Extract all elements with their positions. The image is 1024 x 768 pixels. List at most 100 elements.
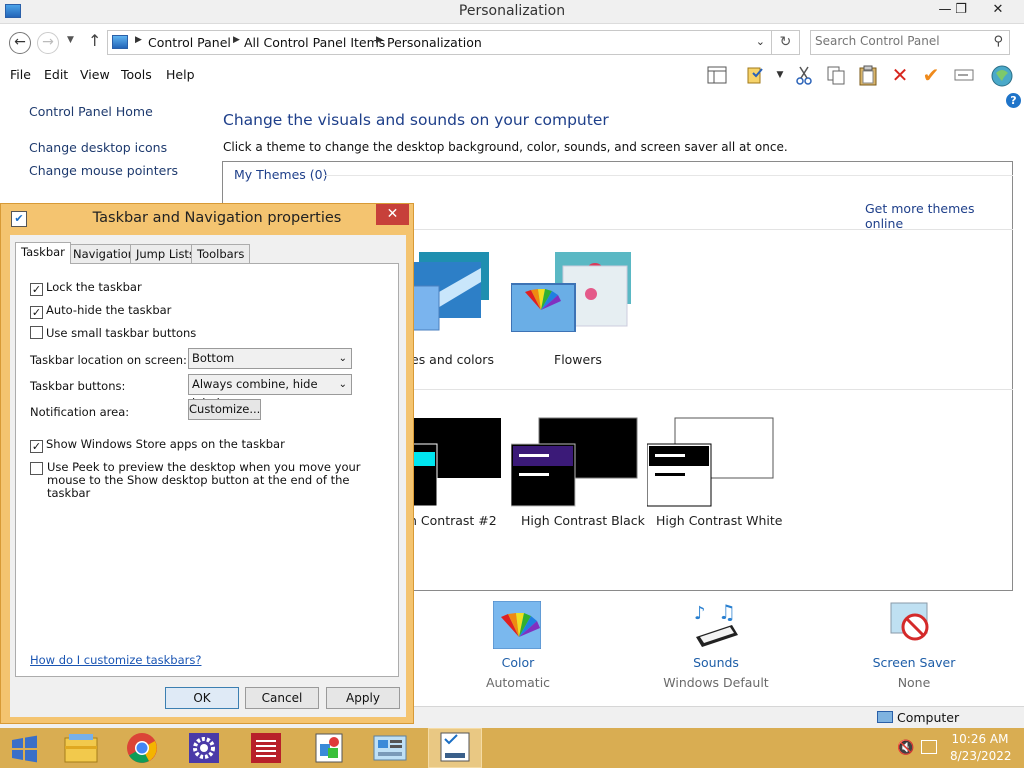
search-box[interactable]: ⚲	[810, 30, 1010, 55]
peek-option[interactable]	[30, 462, 46, 476]
checkbox-label: Show Windows Store apps on the taskbar	[46, 437, 285, 451]
rename-icon[interactable]	[953, 64, 975, 86]
copy-icon[interactable]	[825, 64, 847, 86]
location-label: Taskbar location on screen:	[30, 353, 187, 367]
taskbar-properties-icon[interactable]	[428, 728, 482, 768]
up-icon[interactable]: ↑	[88, 31, 101, 50]
small-buttons-option[interactable]: Use small taskbar buttons	[30, 326, 196, 340]
refresh-icon[interactable]: ↻	[772, 30, 800, 55]
taskbar-buttons-select[interactable]: Always combine, hide labels ⌄	[188, 374, 352, 410]
my-themes-header[interactable]: My Themes (0)	[234, 167, 327, 182]
theme-high-contrast-2[interactable]	[412, 416, 501, 508]
cancel-button[interactable]: Cancel	[245, 687, 319, 709]
checkbox-label: Use small taskbar buttons	[46, 326, 197, 340]
screen-saver-link[interactable]: Screen Saver	[844, 655, 984, 670]
location-select[interactable]: Bottom ⌄	[188, 348, 352, 369]
properties-icon[interactable]	[745, 64, 767, 86]
theme-label[interactable]: High Contrast White	[656, 513, 782, 528]
globe-icon[interactable]	[990, 64, 1013, 87]
chevron-down-icon[interactable]: ⌄	[756, 35, 765, 48]
breadcrumb-control-panel[interactable]: Control Panel	[148, 35, 231, 50]
breadcrumb-all-items[interactable]: All Control Panel Items	[244, 35, 385, 50]
recent-pages-icon[interactable]: ▼	[67, 35, 74, 45]
theme-label[interactable]: h Contrast #2	[409, 513, 497, 528]
screen-saver-icon[interactable]	[889, 601, 937, 649]
forward-icon[interactable]: →	[37, 32, 59, 54]
peek-label[interactable]: Use Peek to preview the desktop when you…	[47, 461, 395, 500]
change-mouse-pointers-link[interactable]: Change mouse pointers	[29, 163, 178, 178]
theme-high-contrast-white[interactable]	[646, 416, 775, 508]
lock-taskbar-option[interactable]: ✓ Lock the taskbar	[30, 280, 142, 296]
lock-taskbar-checkbox[interactable]: ✓	[30, 283, 43, 296]
menu-tools[interactable]: Tools	[121, 67, 152, 82]
color-value: Automatic	[485, 675, 551, 690]
file-explorer-icon[interactable]	[57, 728, 105, 768]
close-button[interactable]: ✕	[983, 0, 1013, 22]
checkbox-label: Lock the taskbar	[46, 280, 142, 294]
sounds-icon[interactable]: ♪ ♫	[692, 600, 740, 649]
paste-icon[interactable]	[857, 64, 879, 86]
small-buttons-checkbox[interactable]	[30, 326, 43, 339]
delete-icon[interactable]: ✕	[889, 64, 911, 86]
help-icon[interactable]: ?	[1006, 93, 1021, 108]
change-desktop-icons-link[interactable]: Change desktop icons	[29, 140, 167, 155]
maximize-button[interactable]: ❐	[946, 0, 976, 22]
theme-lines-and-colors[interactable]	[410, 248, 493, 332]
breadcrumb-personalization[interactable]: Personalization	[387, 35, 482, 50]
peek-checkbox[interactable]	[30, 462, 43, 475]
menu-file[interactable]: File	[10, 67, 31, 82]
volume-muted-icon[interactable]: 🔇	[897, 740, 914, 756]
color-link[interactable]: Color	[448, 655, 588, 670]
color-icon[interactable]	[492, 600, 542, 650]
chevron-right-icon[interactable]: ▶	[376, 35, 383, 45]
help-link[interactable]: How do I customize taskbars?	[30, 653, 201, 667]
search-icon[interactable]: ⚲	[993, 34, 1003, 49]
clock-date[interactable]: 8/23/2022	[950, 749, 1012, 763]
theme-high-contrast-black[interactable]	[510, 416, 639, 508]
customize-button[interactable]: Customize...	[188, 399, 261, 420]
store-apps-checkbox[interactable]: ✓	[30, 440, 43, 453]
clock-time[interactable]: 10:26 AM	[950, 732, 1010, 746]
tab-toolbars[interactable]: Toolbars	[191, 244, 251, 263]
dialog-close-button[interactable]: ✕	[376, 204, 409, 225]
window-title: Personalization	[458, 3, 566, 19]
chevron-right-icon[interactable]: ▶	[233, 35, 240, 45]
menu-edit[interactable]: Edit	[44, 67, 68, 82]
tab-taskbar[interactable]: Taskbar	[15, 242, 71, 264]
paint-icon[interactable]	[304, 728, 352, 768]
dialog-body: Taskbar Navigation Jump Lists Toolbars ✓…	[10, 235, 406, 717]
autohide-taskbar-checkbox[interactable]: ✓	[30, 306, 43, 319]
settings-icon[interactable]	[180, 728, 228, 768]
network-icon[interactable]	[921, 740, 937, 754]
address-bar[interactable]: ▶ Control Panel ▶ All Control Panel Item…	[107, 30, 772, 55]
divider	[323, 175, 1013, 176]
app-red-icon[interactable]	[242, 728, 290, 768]
back-icon[interactable]: ←	[9, 32, 31, 54]
theme-label[interactable]: es and colors	[411, 352, 494, 367]
chevron-down-icon[interactable]: ▼	[769, 64, 791, 86]
computer-icon	[877, 711, 893, 723]
chevron-right-icon[interactable]: ▶	[135, 35, 142, 45]
get-more-themes-link[interactable]: Get more themes online	[865, 201, 1012, 231]
menu-bar: File Edit View Tools Help ▼ ✕ ✔	[0, 62, 1024, 88]
apply-button[interactable]: Apply	[326, 687, 400, 709]
ok-button[interactable]: OK	[165, 687, 239, 709]
store-apps-option[interactable]: ✓ Show Windows Store apps on the taskbar	[30, 437, 285, 453]
search-input[interactable]	[815, 34, 985, 48]
control-panel-icon[interactable]	[366, 728, 414, 768]
control-panel-home-link[interactable]: Control Panel Home	[29, 104, 153, 119]
autohide-taskbar-option[interactable]: ✓ Auto-hide the taskbar	[30, 303, 171, 319]
chrome-icon[interactable]	[118, 728, 166, 768]
theme-label[interactable]: Flowers	[554, 352, 602, 367]
control-panel-icon	[112, 35, 128, 49]
layout-icon[interactable]	[706, 64, 728, 86]
theme-label[interactable]: High Contrast Black	[521, 513, 645, 528]
menu-view[interactable]: View	[80, 67, 110, 82]
check-icon[interactable]: ✔	[920, 64, 942, 86]
theme-flowers[interactable]	[510, 248, 631, 333]
menu-help[interactable]: Help	[166, 67, 195, 82]
cut-icon[interactable]	[793, 64, 815, 86]
sounds-link[interactable]: Sounds	[646, 655, 786, 670]
start-icon[interactable]	[0, 728, 48, 768]
taskbar: 🔇 10:26 AM 8/23/2022	[0, 728, 1024, 768]
